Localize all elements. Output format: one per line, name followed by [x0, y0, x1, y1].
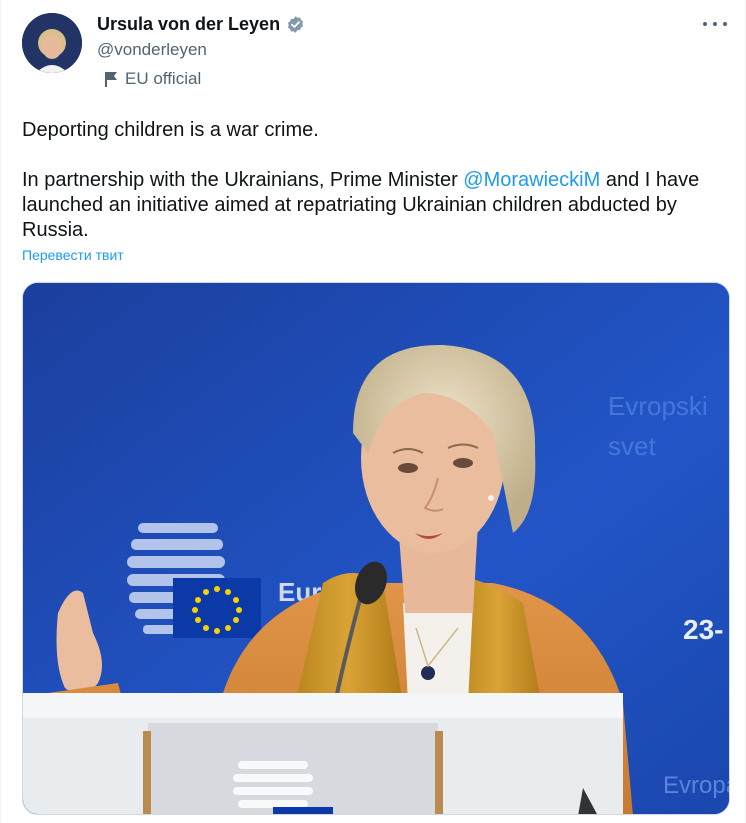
more-dot-icon	[703, 22, 707, 26]
eu-flag-icon	[173, 578, 261, 638]
more-options-button[interactable]	[703, 14, 727, 34]
backdrop-text: Evropa	[663, 772, 730, 799]
more-dot-icon	[723, 22, 727, 26]
backdrop-text: Evropski	[608, 391, 708, 421]
translate-tweet-link[interactable]: Перевести твит	[22, 247, 124, 263]
tweet-text-before-mention: In partnership with the Ukrainians, Prim…	[22, 169, 464, 191]
verified-badge-icon	[288, 16, 304, 33]
more-dot-icon	[713, 22, 717, 26]
author-display-name[interactable]: Ursula von der Leyen	[97, 14, 280, 35]
tweet-text: Deporting children is a war crime. In pa…	[22, 118, 722, 243]
author-name-row[interactable]: Ursula von der Leyen	[97, 14, 305, 35]
avatar-image	[22, 13, 82, 73]
author-handle[interactable]: @vonderleyen	[97, 40, 207, 60]
tweet-card: Ursula von der Leyen @vonderleyen EU off…	[0, 0, 746, 823]
avatar[interactable]	[22, 13, 82, 73]
backdrop-text: svet	[608, 431, 656, 461]
backdrop-date-text: 23-	[683, 614, 723, 645]
mention-link[interactable]: @MorawieckiM	[463, 169, 600, 191]
tweet-photo[interactable]: Evropski svet Euro 23- Evrop	[22, 282, 730, 815]
affiliation-text: EU official	[125, 69, 202, 88]
tweet-line-1: Deporting children is a war crime.	[22, 119, 319, 141]
photo-illustration: Evropski svet Euro 23- Evrop	[23, 283, 730, 814]
tweet-paragraph-2: In partnership with the Ukrainians, Prim…	[22, 168, 722, 243]
affiliation-label: EU official	[103, 69, 201, 89]
flag-icon	[105, 72, 117, 87]
